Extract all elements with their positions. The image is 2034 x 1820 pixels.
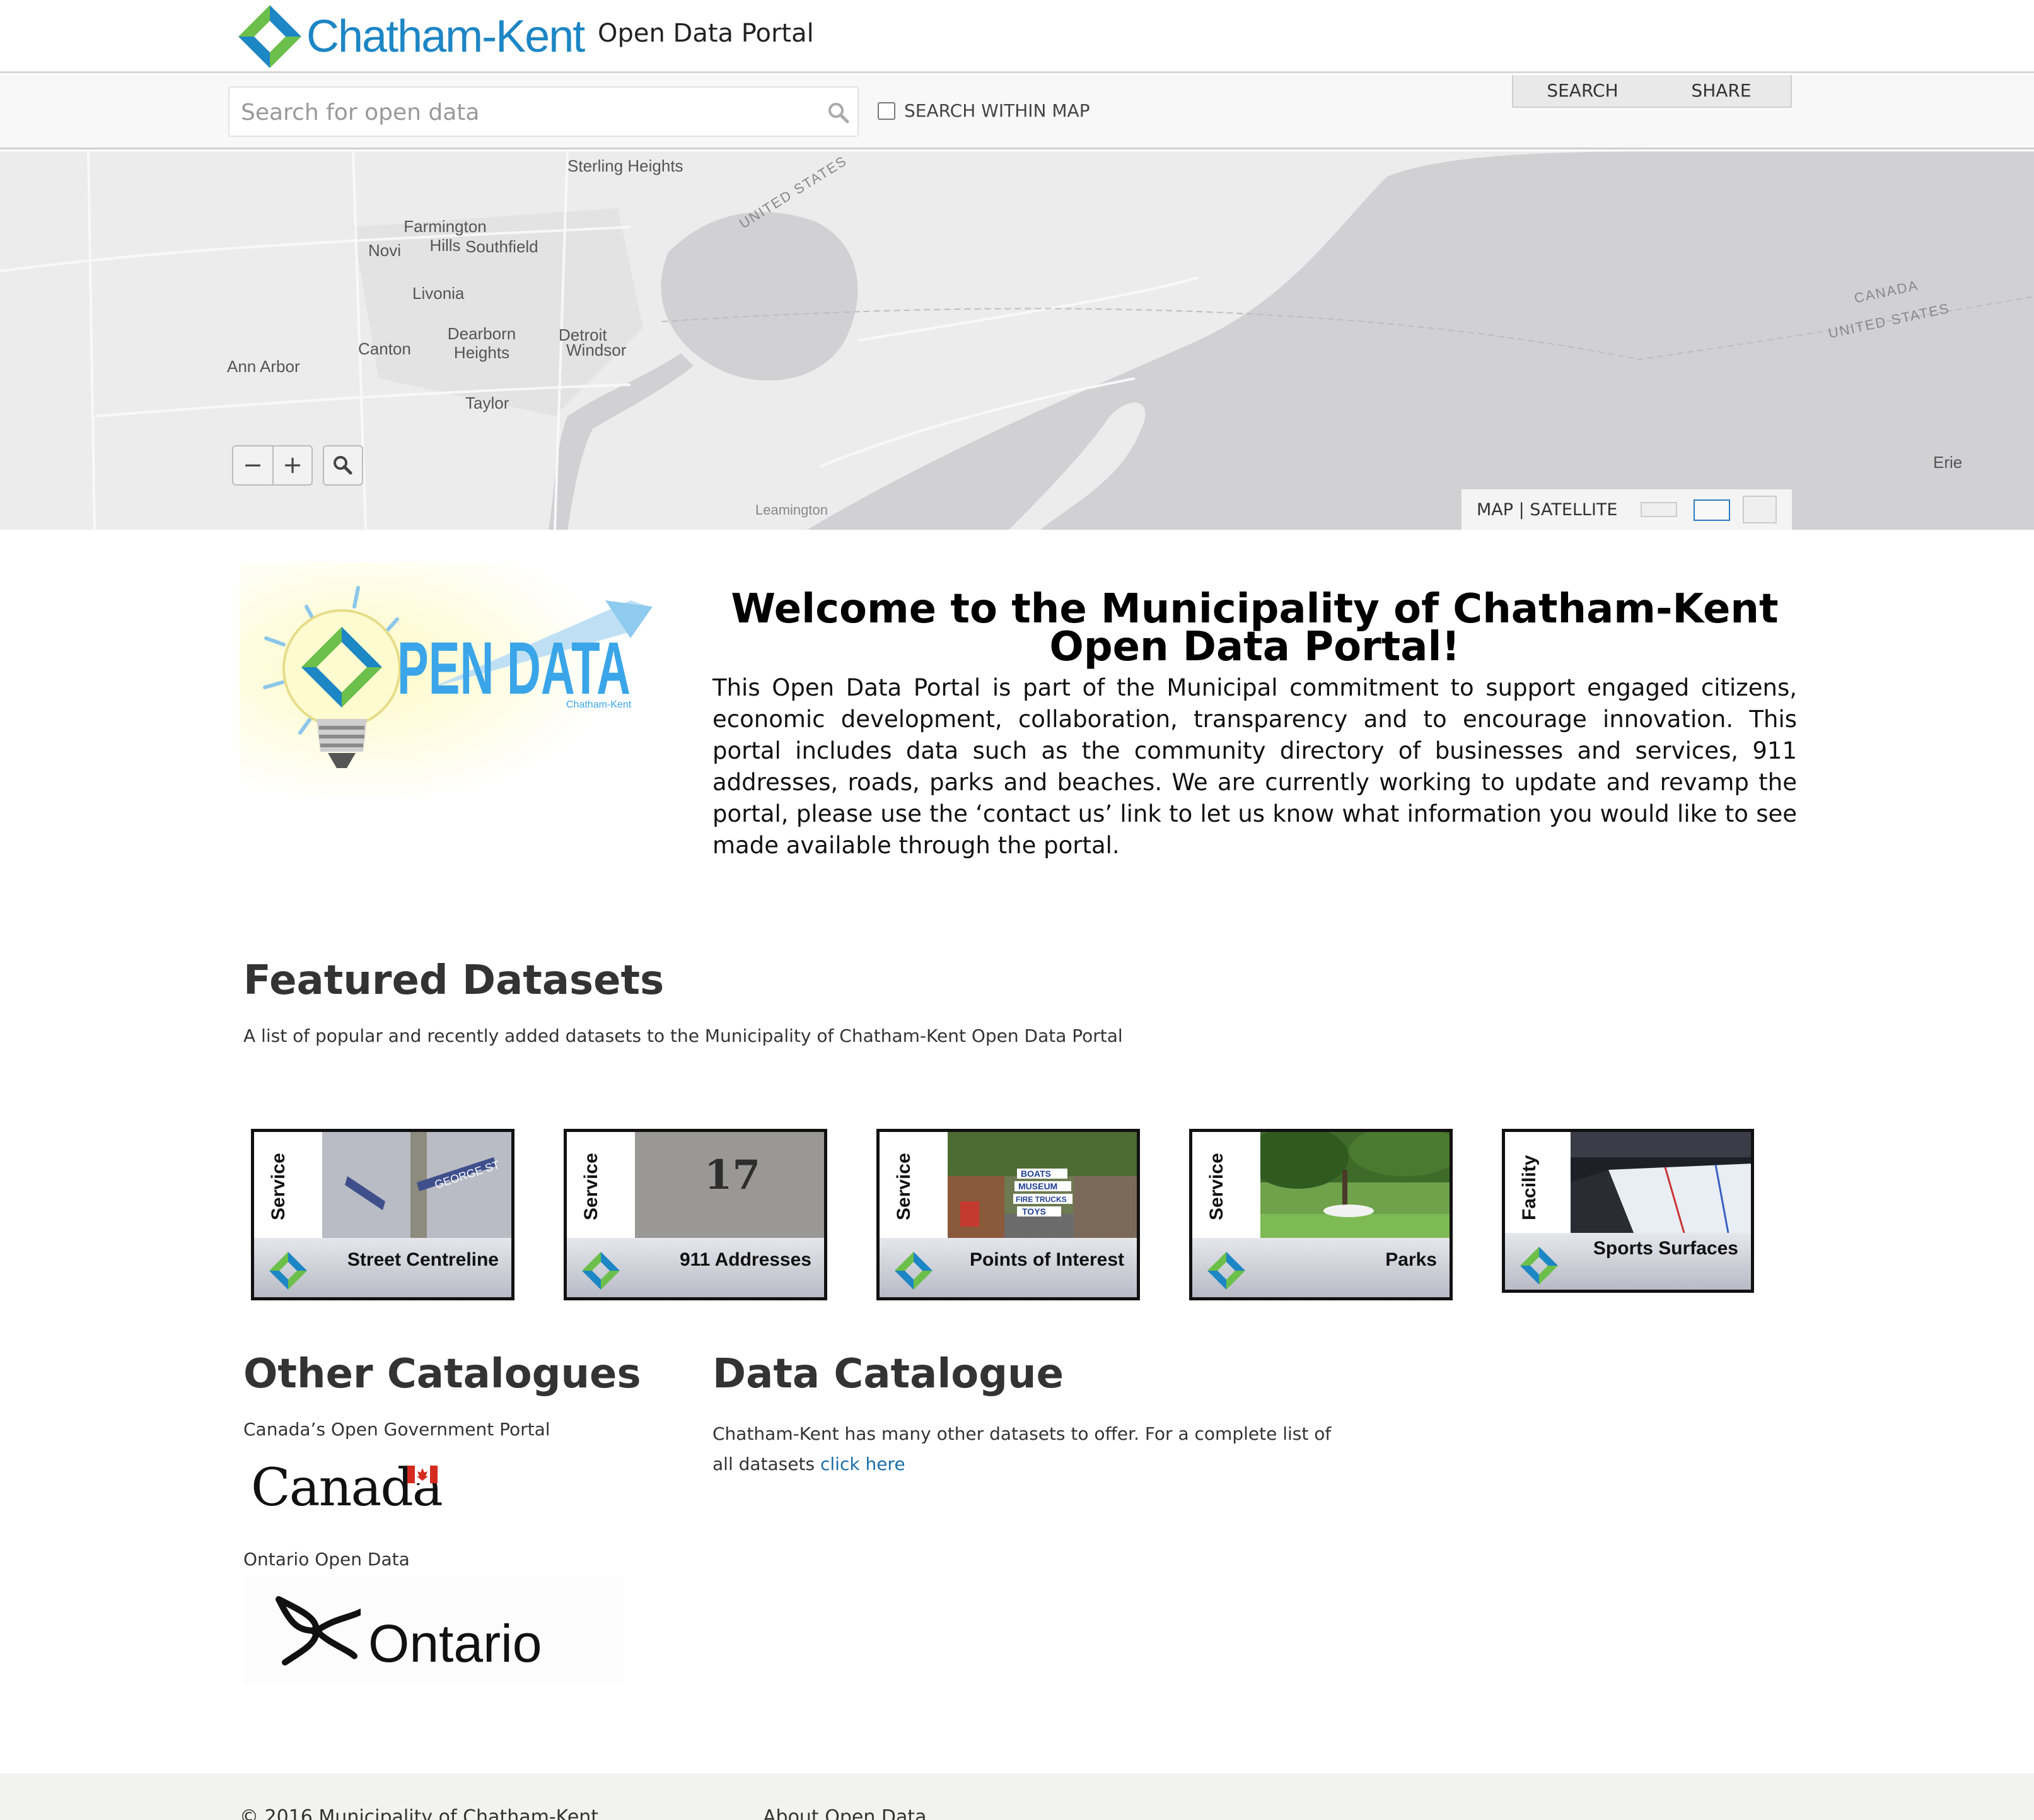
portal-name: Open Data Portal (598, 19, 814, 48)
footer-about-link[interactable]: About Open Data (763, 1806, 927, 1820)
search-box (228, 86, 859, 137)
dataset-card-footer: Points of Interest (880, 1238, 1137, 1297)
featured-datasets-heading: Featured Datasets (243, 957, 665, 1004)
search-tab[interactable]: SEARCH (1513, 75, 1652, 107)
dataset-card-category: Service (880, 1132, 948, 1238)
data-catalogue-text-line1: Chatham-Kent has many other datasets to … (712, 1423, 1332, 1444)
zoom-out-button[interactable]: − (233, 446, 272, 484)
map-label-livonia: Livonia (412, 284, 465, 303)
dataset-card-title: Parks (1385, 1249, 1437, 1270)
address-number-photo: 17 (635, 1132, 824, 1238)
parks-photo (1260, 1132, 1450, 1238)
chatham-kent-mark-icon (1207, 1252, 1245, 1290)
dataset-card-footer: 911 Addresses (567, 1238, 824, 1297)
share-tab[interactable]: SHARE (1652, 75, 1791, 107)
dataset-card-category: Service (567, 1132, 635, 1238)
canada-flag-icon (407, 1466, 438, 1483)
data-catalogue-heading: Data Catalogue (712, 1351, 1064, 1397)
dataset-card-footer: Sports Surfaces (1505, 1233, 1751, 1290)
open-data-lightbulb-logo: PEN DATA Chatham-Kent (240, 563, 656, 796)
zoom-in-button[interactable]: + (272, 446, 311, 484)
search-within-map-label: SEARCH WITHIN MAP (904, 100, 1090, 121)
map-label-sterling-heights: Sterling Heights (567, 156, 683, 175)
ontario-trillium-icon (276, 1596, 361, 1665)
chatham-kent-mark-icon (1520, 1247, 1558, 1285)
dataset-card-sports-surfaces[interactable]: Facility Sports Surfaces (1502, 1129, 1754, 1293)
canada-logo[interactable]: Canada (251, 1458, 443, 1518)
chatham-kent-logo-mark-icon (238, 5, 301, 68)
map-label-canton: Canton (358, 339, 411, 358)
zoom-control: − + (232, 445, 313, 486)
map-label-erie: Erie (1933, 453, 1963, 472)
map-action-tabs: SEARCH SHARE (1512, 75, 1792, 108)
sports-surfaces-photo (1571, 1132, 1751, 1233)
data-catalogue-text: Chatham-Kent has many other datasets to … (712, 1419, 1343, 1479)
poi-sign-toys: TOYS (1022, 1206, 1046, 1216)
search-within-map-checkbox[interactable] (878, 102, 895, 120)
points-of-interest-photo: BOATS MUSEUM FIRE TRUCKS TOYS (948, 1132, 1137, 1238)
ontario-wordmark: Ontario (368, 1614, 542, 1673)
basemap-label[interactable]: MAP | SATELLITE (1477, 500, 1617, 520)
chatham-kent-mark-icon (582, 1252, 620, 1290)
canada-portal-label: Canada’s Open Government Portal (243, 1419, 550, 1440)
map-label-novi: Novi (368, 241, 402, 260)
chatham-kent-mark-icon (895, 1252, 933, 1290)
open-data-logo: PEN DATA Chatham-Kent (240, 563, 656, 796)
dataset-card-footer: Parks (1192, 1238, 1450, 1297)
dataset-card-title: Sports Surfaces (1593, 1238, 1738, 1259)
basemap-option-satellite[interactable] (1743, 496, 1777, 523)
basemap-option-gray[interactable] (1694, 499, 1730, 521)
logo-text: Chatham-Kent (306, 11, 585, 62)
chatham-kent-mark-icon (269, 1252, 307, 1290)
dataset-card-title: Street Centreline (347, 1249, 499, 1270)
chatham-kent-logo[interactable]: Chatham-Kent (237, 4, 585, 69)
map-label-ann-arbor: Ann Arbor (227, 357, 300, 376)
site-footer: © 2016 Municipality of Chatham-Kent Abou… (0, 1773, 2034, 1820)
map-label-windsor: Windsor (566, 341, 627, 359)
map-search-icon (334, 456, 352, 475)
search-icon[interactable] (826, 100, 851, 125)
ontario-open-data-label: Ontario Open Data (243, 1549, 410, 1570)
map-label-leamington: Leamington (755, 502, 828, 518)
open-data-logo-subtext: Chatham-Kent (566, 699, 632, 710)
site-header: Chatham-Kent Open Data Portal (0, 0, 2034, 73)
data-catalogue-link[interactable]: click here (820, 1454, 905, 1474)
street-sign-photo: GEORGE ST (322, 1132, 511, 1238)
welcome-body: This Open Data Portal is part of the Mun… (712, 674, 1797, 859)
poi-sign-boats: BOATS (1021, 1169, 1051, 1179)
poi-sign-museum: MUSEUM (1018, 1181, 1057, 1191)
welcome-title: Welcome to the Municipality of Chatham-K… (731, 586, 1779, 670)
search-within-map-toggle[interactable]: SEARCH WITHIN MAP (878, 100, 1090, 121)
dataset-card-category: Service (254, 1132, 322, 1238)
search-toolbar: SEARCH WITHIN MAP SEARCH SHARE (0, 75, 2034, 149)
dataset-card-category: Facility (1505, 1132, 1571, 1233)
map-label-dearborn-heights: Dearborn Heights (447, 324, 516, 362)
basemap-switcher: MAP | SATELLITE (1462, 489, 1792, 530)
poi-sign-fire-trucks: FIRE TRUCKS (1016, 1195, 1067, 1204)
basemap-option-light[interactable] (1641, 502, 1677, 517)
dataset-card-street-centreline[interactable]: Service GEORGE ST Street Centreline (251, 1129, 514, 1300)
ontario-logo[interactable]: Ontario (245, 1577, 623, 1684)
dataset-card-footer: Street Centreline (254, 1238, 511, 1297)
featured-datasets-subheading: A list of popular and recently added dat… (243, 1025, 1123, 1046)
data-catalogue-text-line2: all datasets (712, 1454, 815, 1474)
dataset-card-category: Service (1192, 1132, 1260, 1238)
other-catalogues-heading: Other Catalogues (243, 1351, 641, 1397)
dataset-card-points-of-interest[interactable]: Service BOATS MUSEUM FIRE TRUCKS TOYS Po… (876, 1129, 1140, 1300)
map-search-button[interactable] (323, 445, 363, 486)
dataset-card-911-addresses[interactable]: Service 17 911 Addresses (564, 1129, 827, 1300)
address-number-text: 17 (704, 1152, 760, 1199)
map-label-taylor: Taylor (465, 394, 509, 412)
footer-copyright: © 2016 Municipality of Chatham-Kent (240, 1806, 599, 1820)
map-view[interactable]: Sterling Heights Farmington Hills Novi S… (0, 151, 2034, 530)
dataset-card-parks[interactable]: Service Parks (1189, 1129, 1453, 1300)
map-label-southfield: Southfield (465, 237, 538, 256)
dataset-card-title: Points of Interest (969, 1249, 1124, 1270)
search-input[interactable] (241, 95, 808, 129)
open-data-logo-text: PEN DATA (397, 627, 631, 710)
dataset-card-title: 911 Addresses (679, 1249, 811, 1270)
